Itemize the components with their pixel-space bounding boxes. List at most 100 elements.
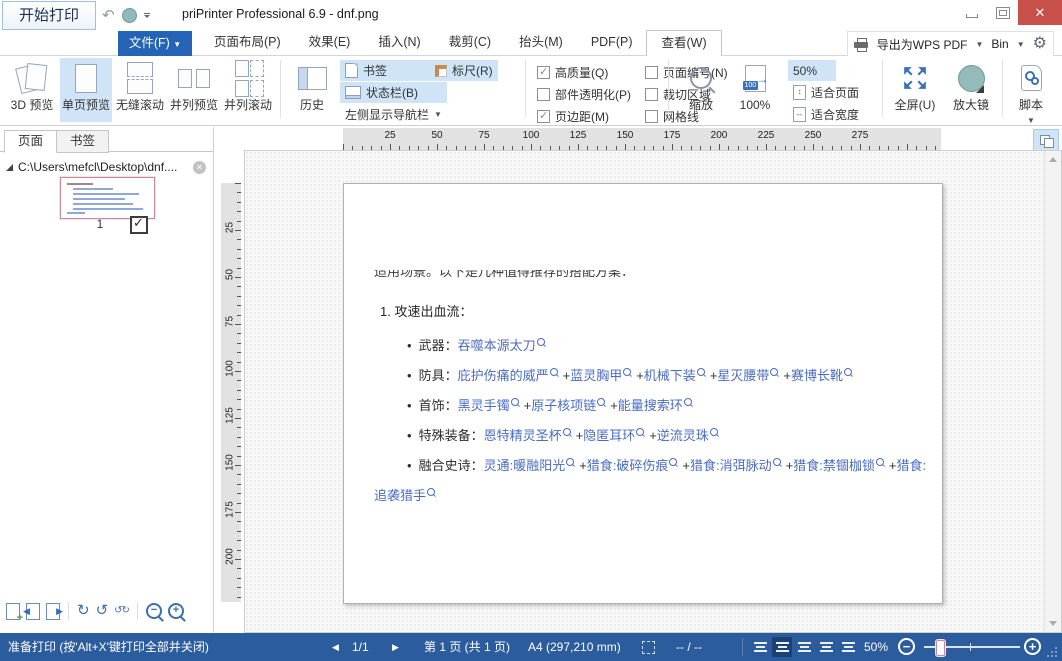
zoom-slider-thumb[interactable] <box>936 640 945 656</box>
panel-tab-pages[interactable]: 页面 <box>4 130 57 153</box>
page-count-text: 第 1 页 (共 1 页) <box>424 633 510 661</box>
tab-header[interactable]: 抬头(M) <box>505 30 577 55</box>
preview-mode-single-page-button[interactable]: 单页预览 <box>60 58 112 122</box>
view-mode-1-icon[interactable] <box>750 637 770 657</box>
magnifier-tool-icon[interactable] <box>122 8 137 23</box>
magnifier-icon <box>690 67 712 89</box>
rotate-counterclockwise-icon[interactable]: ↺ <box>96 603 109 619</box>
checkbox-icon <box>645 66 658 79</box>
zoom-100-button[interactable]: →100 100% <box>728 58 782 122</box>
preview-mode-side-scroll-button[interactable]: 并列滚动 <box>222 58 274 122</box>
selection-tool-icon[interactable] <box>642 641 655 654</box>
zoom-out-icon[interactable]: − <box>146 603 162 619</box>
checkbox-page-margins[interactable]: 页边距(M) <box>537 106 609 126</box>
ruler-tick <box>237 239 241 240</box>
insert-page-before-icon[interactable]: ◀ <box>26 603 40 620</box>
restore-button[interactable] <box>987 0 1018 25</box>
ruler-tick <box>237 258 241 259</box>
view-mode-5-icon[interactable] <box>838 637 858 657</box>
preview-mode-side-by-side-button[interactable]: 并列预览 <box>168 58 220 122</box>
view-mode-3-icon[interactable] <box>794 637 814 657</box>
rotate-clockwise-icon[interactable]: ↻ <box>77 603 90 619</box>
fit-page-button[interactable]: ↕适合页面 <box>788 82 864 103</box>
magnifying-glass-button[interactable]: 放大镜 <box>944 58 998 122</box>
ruler-tick <box>237 531 241 532</box>
zoom-button[interactable]: 缩放 <box>676 58 726 122</box>
settings-gear-icon[interactable]: ⚙ <box>1033 36 1047 52</box>
export-dropdown-icon[interactable]: ▼ <box>975 40 983 49</box>
insert-page-after-icon[interactable]: ▶ <box>46 603 60 620</box>
left-nav-dropdown[interactable]: 左侧显示导航栏 ▼ <box>340 104 447 125</box>
export-wps-pdf-button[interactable]: 导出为WPS PDF <box>877 36 968 53</box>
tab-page-layout[interactable]: 页面布局(P) <box>200 30 295 55</box>
ruler-options-button[interactable] <box>1033 129 1059 151</box>
scroll-up-icon[interactable] <box>1049 157 1057 162</box>
view-mode-4-icon[interactable] <box>816 637 836 657</box>
ruler-toggle[interactable]: 标尺(R) <box>430 60 498 81</box>
tree-expand-icon[interactable] <box>6 164 13 171</box>
history-window-icon <box>298 67 327 90</box>
fit-width-button[interactable]: ↔适合宽度 <box>788 104 864 125</box>
tab-pdf[interactable]: PDF(P) <box>577 30 647 55</box>
export-toolbar: 导出为WPS PDF ▼ Bin ▼ ⚙ <box>847 31 1054 57</box>
chevron-down-icon: ▼ <box>1027 116 1035 125</box>
minimize-button[interactable] <box>956 0 987 25</box>
checkbox-high-quality[interactable]: 高质量(Q) <box>537 62 608 82</box>
checkbox-part-transparency[interactable]: 部件透明化(P) <box>537 84 631 104</box>
ruler-number: 100 <box>225 354 236 384</box>
printer-icon[interactable] <box>854 38 869 50</box>
zoom-slider[interactable] <box>924 646 1020 648</box>
horizontal-ruler: 255075100125150175200225250275 <box>343 128 941 150</box>
customize-toolbar-icon[interactable] <box>144 13 150 18</box>
close-document-icon[interactable]: ✕ <box>193 161 206 174</box>
vertical-scrollbar[interactable] <box>1044 151 1061 632</box>
preview-mode-seamless-scroll-button[interactable]: 无缝滚动 <box>114 58 166 122</box>
scroll-down-icon[interactable] <box>1049 621 1057 626</box>
tab-insert[interactable]: 插入(N) <box>364 30 434 55</box>
zoom-out-button[interactable]: − <box>898 638 915 655</box>
checkbox-icon <box>645 110 658 123</box>
preview-viewport[interactable]: 适用场景。以下是几种值得推荐的搭配方案： 1. 攻速出血流： •武器：吞噬本源太… <box>244 150 1062 633</box>
ruler-tick <box>237 474 241 475</box>
document-bullet-list: •武器：吞噬本源太刀•防具：庇护伤痛的威严+蓝灵胸甲+机械下装+星灭腰带+赛博长… <box>374 331 930 511</box>
clipped-text-line: 适用场景。以下是几种值得推荐的搭配方案： <box>374 270 914 283</box>
prev-page-button[interactable]: ◀ <box>332 633 339 661</box>
history-button[interactable]: 历史 <box>288 58 336 122</box>
page-thumbnail[interactable] <box>60 177 155 219</box>
zoom-50-indicator[interactable]: 50% <box>788 60 836 81</box>
status-bar-toggle[interactable]: 状态栏(B) <box>340 82 447 103</box>
tab-view[interactable]: 查看(W) <box>646 30 721 57</box>
fullscreen-button[interactable]: 全屏(U) <box>888 58 942 122</box>
app-window: 开始打印 ↶ priPrinter Professional 6.9 - dnf… <box>0 0 1062 661</box>
rotate-180-icon[interactable]: ↺↻ <box>114 603 129 619</box>
tab-effects[interactable]: 效果(E) <box>295 30 365 55</box>
document-tree-item[interactable]: C:\Users\mefcl\Desktop\dnf.... ✕ <box>6 159 206 175</box>
page-print-checkbox[interactable] <box>130 216 148 234</box>
preview-mode-3d-button[interactable]: 3D 预览 <box>6 58 58 122</box>
ruler-tick <box>235 324 241 325</box>
ruler-tick <box>237 540 241 541</box>
next-page-button[interactable]: ▶ <box>392 633 399 661</box>
document-link: 灵通:暖融阳光 <box>484 458 566 473</box>
quick-access-toolbar: ↶ <box>102 4 150 26</box>
bullet-label: 首饰： <box>419 398 458 413</box>
script-button[interactable]: 脚本▼ <box>1008 58 1054 122</box>
zoom-in-icon[interactable]: + <box>168 603 184 619</box>
resize-grip[interactable] <box>1047 647 1057 657</box>
start-print-button[interactable]: 开始打印 <box>2 1 96 30</box>
view-mode-2-icon[interactable] <box>772 637 792 657</box>
close-button[interactable]: ✕ <box>1018 0 1062 25</box>
bin-button[interactable]: Bin <box>991 37 1008 51</box>
tab-crop[interactable]: 裁剪(C) <box>435 30 505 55</box>
ruler-number: 275 <box>845 130 875 141</box>
document-link: 猎食:禁锢枷锁 <box>793 458 875 473</box>
ruler-number: 175 <box>657 130 687 141</box>
preview-region: 255075100125150175200225250275 255075100… <box>214 127 1062 633</box>
undo-icon[interactable]: ↶ <box>102 8 115 23</box>
tab-file[interactable]: 文件(F) ▼ <box>118 31 192 56</box>
zoom-in-button[interactable]: + <box>1024 638 1041 655</box>
panel-tab-bookmarks[interactable]: 书签 <box>56 130 109 153</box>
ruler-tick <box>237 268 241 269</box>
add-page-icon[interactable]: + <box>6 603 20 620</box>
bin-dropdown-icon[interactable]: ▼ <box>1017 40 1025 49</box>
